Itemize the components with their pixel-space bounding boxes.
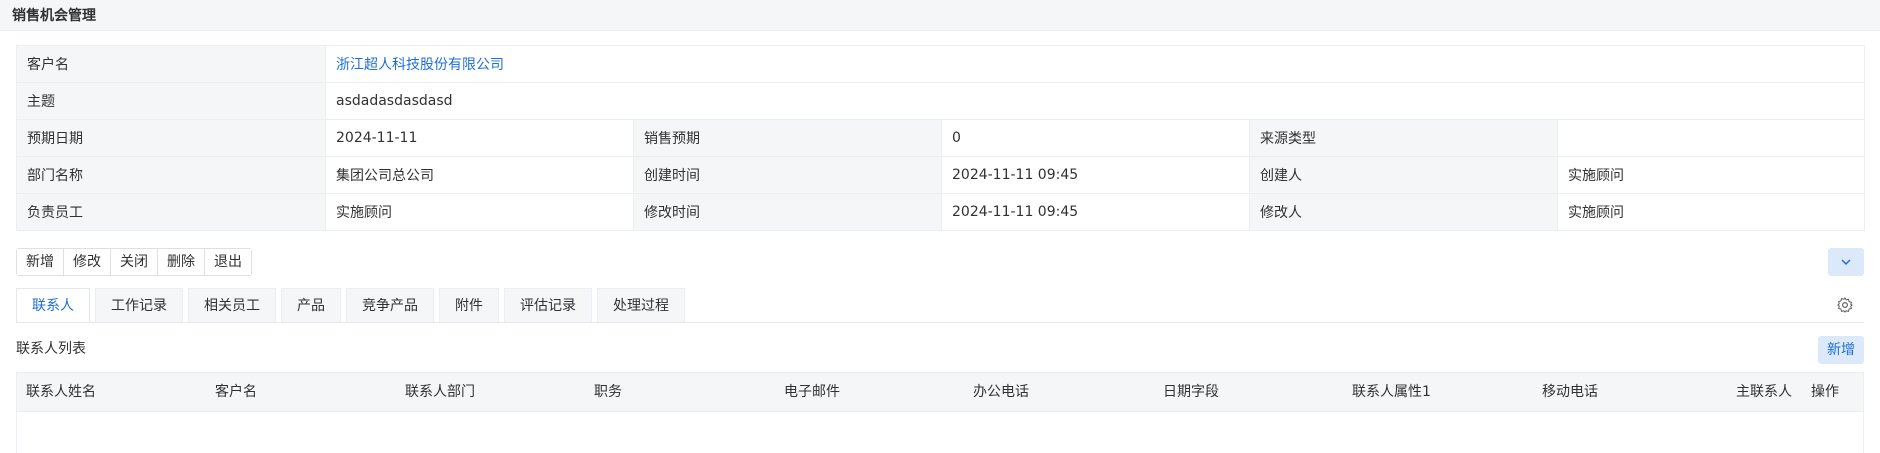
creator-label: 创建人 (1249, 156, 1558, 194)
page-title: 销售机会管理 (0, 0, 1880, 31)
dept-value: 集团公司总公司 (325, 156, 634, 194)
edit-button[interactable]: 修改 (64, 249, 111, 275)
tab-competing-products[interactable]: 竞争产品 (346, 288, 434, 322)
info-row-customer: 客户名 浙江超人科技股份有限公司 (16, 45, 1866, 83)
created-time-label: 创建时间 (633, 156, 942, 194)
subject-label: 主题 (16, 82, 326, 120)
sales-forecast-label: 销售预期 (633, 119, 942, 157)
col-position[interactable]: 职务 (594, 373, 622, 411)
expected-date-label: 预期日期 (16, 119, 326, 157)
tab-work-records[interactable]: 工作记录 (95, 288, 183, 322)
col-actions: 操作 (1811, 384, 1839, 400)
add-contact-button[interactable]: 新增 (1818, 336, 1864, 364)
col-contact-dept[interactable]: 联系人部门 (405, 373, 475, 411)
tab-divider (16, 322, 1864, 323)
expected-date-value: 2024-11-11 (325, 119, 634, 157)
tab-attachments[interactable]: 附件 (439, 288, 499, 322)
info-row-dates: 预期日期 2024-11-11 销售预期 0 来源类型 (16, 119, 1866, 157)
creator-value: 实施顾问 (1556, 156, 1866, 194)
chevron-down-icon (1841, 259, 1851, 266)
modifier-value: 实施顾问 (1556, 193, 1866, 231)
customer-link[interactable]: 浙江超人科技股份有限公司 (324, 45, 1866, 83)
source-type-label: 来源类型 (1249, 119, 1558, 157)
owner-value: 实施顾问 (325, 193, 634, 231)
tab-process[interactable]: 处理过程 (597, 288, 685, 322)
tab-evaluation-records[interactable]: 评估记录 (504, 288, 592, 322)
col-date-field[interactable]: 日期字段 (1163, 373, 1219, 411)
tab-related-staff[interactable]: 相关员工 (188, 288, 276, 322)
contacts-table: 联系人姓名 客户名 联系人部门 职务 电子邮件 办公电话 日期字段 联系人属性1… (16, 372, 1864, 453)
col-primary-contact[interactable]: 主联系人 (1736, 373, 1792, 411)
toolbar: 新增 修改 关闭 删除 退出 (16, 248, 252, 276)
tab-products[interactable]: 产品 (281, 288, 341, 322)
gear-icon[interactable] (1836, 296, 1854, 314)
customer-label: 客户名 (16, 45, 326, 83)
col-email[interactable]: 电子邮件 (784, 373, 840, 411)
subject-value: asdadasdasdasd (324, 82, 1866, 120)
add-button[interactable]: 新增 (17, 249, 64, 275)
delete-button[interactable]: 删除 (158, 249, 205, 275)
modifier-label: 修改人 (1249, 193, 1558, 231)
owner-label: 负责员工 (16, 193, 326, 231)
collapse-button[interactable] (1828, 248, 1864, 276)
col-contact-attr1[interactable]: 联系人属性1 (1352, 373, 1431, 411)
col-mobile-phone[interactable]: 移动电话 (1542, 373, 1598, 411)
col-contact-name[interactable]: 联系人姓名 (26, 373, 96, 411)
tab-bar: 联系人 工作记录 相关员工 产品 竞争产品 附件 评估记录 处理过程 (16, 288, 690, 323)
close-button[interactable]: 关闭 (111, 249, 158, 275)
modified-time-value: 2024-11-11 09:45 (941, 193, 1250, 231)
sales-forecast-value: 0 (941, 119, 1250, 157)
exit-button[interactable]: 退出 (205, 249, 251, 275)
tab-contacts[interactable]: 联系人 (16, 288, 90, 323)
col-office-phone[interactable]: 办公电话 (973, 373, 1029, 411)
contacts-table-header: 联系人姓名 客户名 联系人部门 职务 电子邮件 办公电话 日期字段 联系人属性1… (17, 373, 1863, 412)
created-time-value: 2024-11-11 09:45 (941, 156, 1250, 194)
contacts-list-title: 联系人列表 (16, 341, 86, 357)
dept-label: 部门名称 (16, 156, 326, 194)
info-row-created: 部门名称 集团公司总公司 创建时间 2024-11-11 09:45 创建人 实… (16, 156, 1866, 194)
source-type-value (1556, 119, 1866, 157)
col-customer[interactable]: 客户名 (215, 373, 257, 411)
info-row-modified: 负责员工 实施顾问 修改时间 2024-11-11 09:45 修改人 实施顾问 (16, 193, 1866, 231)
info-row-subject: 主题 asdadasdasdasd (16, 82, 1866, 120)
modified-time-label: 修改时间 (633, 193, 942, 231)
opportunity-info-table: 客户名 浙江超人科技股份有限公司 主题 asdadasdasdasd 预期日期 … (16, 45, 1866, 231)
